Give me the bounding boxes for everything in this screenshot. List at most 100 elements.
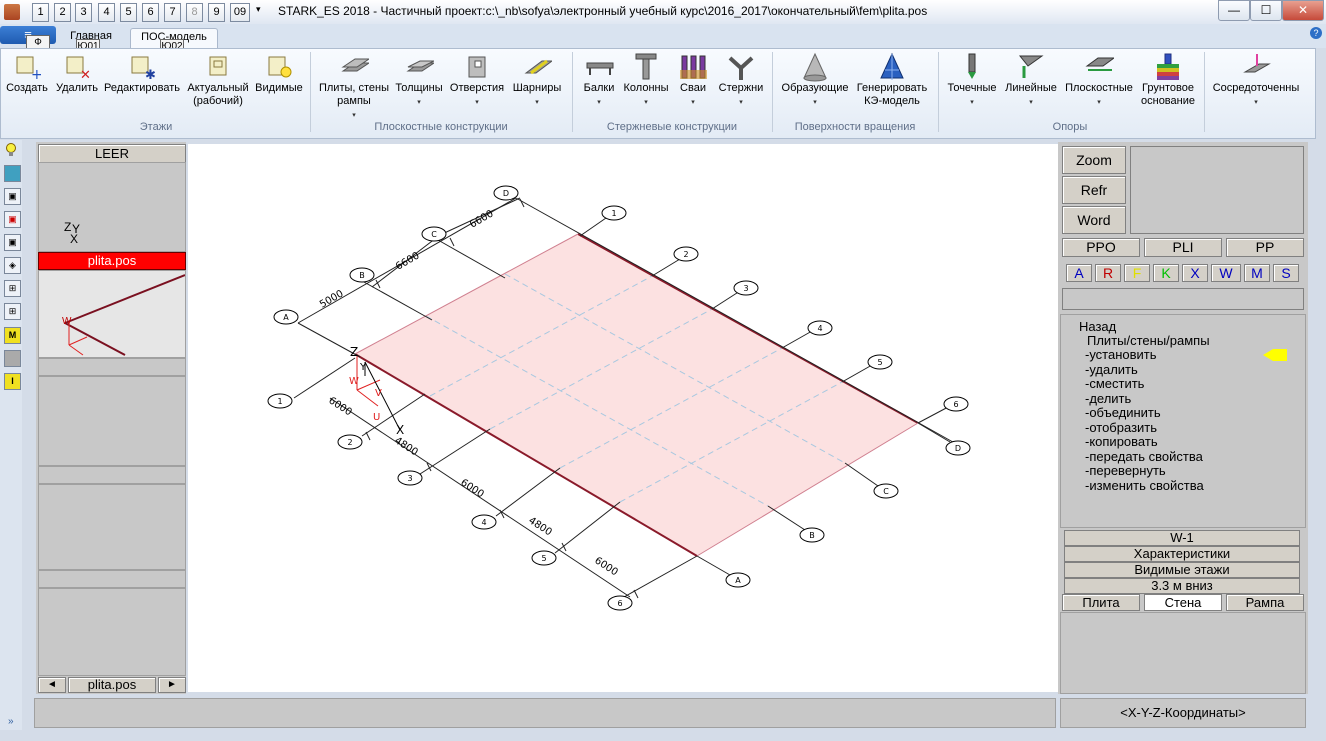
type-wall-button[interactable]: Стена bbox=[1144, 594, 1222, 611]
calculator-icon[interactable] bbox=[4, 165, 21, 182]
slabs-walls-ramps-button[interactable]: Плиты, стены рампы ▾ bbox=[316, 52, 392, 122]
pli-button[interactable]: PLI bbox=[1144, 238, 1222, 257]
rods-button[interactable]: Стержни ▾ bbox=[714, 52, 768, 109]
visible-floors-bar[interactable]: Видимые этажи bbox=[1064, 562, 1300, 578]
coordinates-field[interactable]: <X-Y-Z-Координаты> bbox=[1060, 698, 1306, 728]
type-slab-button[interactable]: Плита bbox=[1062, 594, 1140, 611]
tag-left-1: 1 bbox=[277, 397, 282, 406]
model-canvas[interactable]: 5000 6600 6600 6000 4800 6000 4800 6000 … bbox=[188, 144, 1058, 692]
point-supports-button[interactable]: Точечные ▾ bbox=[944, 52, 1000, 109]
quick-access-2[interactable]: 2 bbox=[54, 3, 71, 22]
menu-item-delete[interactable]: -удалить bbox=[1085, 362, 1138, 378]
piles-button[interactable]: Сваи ▾ bbox=[674, 52, 712, 109]
menu-item-mirror[interactable]: -отобразить bbox=[1085, 420, 1157, 436]
thicknesses-button[interactable]: Толщины ▾ bbox=[392, 52, 446, 109]
help-icon[interactable]: ? bbox=[1310, 27, 1322, 39]
characteristics-bar[interactable]: Характеристики bbox=[1064, 546, 1300, 562]
filter-x[interactable]: X bbox=[1182, 264, 1208, 282]
leer-header[interactable]: LEER bbox=[38, 144, 186, 163]
gizmo-y: Y bbox=[359, 362, 367, 373]
beams-icon bbox=[586, 62, 614, 75]
expand-icon[interactable]: » bbox=[8, 716, 14, 727]
floor-offset-bar[interactable]: 3.3 м вниз bbox=[1064, 578, 1300, 594]
layer-slot bbox=[38, 466, 186, 484]
ppo-button[interactable]: PPO bbox=[1062, 238, 1140, 257]
surface-supports-button[interactable]: Плоскостные ▾ bbox=[1062, 52, 1136, 109]
quick-access-4[interactable]: 4 bbox=[98, 3, 115, 22]
beams-button[interactable]: Балки ▾ bbox=[578, 52, 620, 109]
group-label-revolution: Поверхности вращения bbox=[794, 121, 916, 133]
app-logo-icon[interactable] bbox=[4, 4, 20, 20]
nav-next-button[interactable]: ► bbox=[158, 677, 186, 693]
filter-w[interactable]: W bbox=[1211, 264, 1241, 282]
group-label-supports: Опоры bbox=[1052, 121, 1088, 133]
filter-r[interactable]: R bbox=[1095, 264, 1121, 282]
word-button[interactable]: Word bbox=[1062, 206, 1126, 234]
bulb-icon[interactable] bbox=[5, 143, 17, 157]
filter-m[interactable]: M bbox=[1244, 264, 1270, 282]
preview-thumbnail bbox=[64, 274, 186, 356]
concentrated-supports-button[interactable]: Сосредоточенны ▾ bbox=[1206, 52, 1306, 109]
visible-floors-button[interactable]: Видимые bbox=[252, 52, 306, 95]
view-3d-icon[interactable]: ◈ bbox=[4, 257, 21, 274]
menu-item-merge[interactable]: -объединить bbox=[1085, 405, 1161, 421]
edit-floor-button[interactable]: ✱ Редактировать bbox=[102, 52, 182, 95]
dim-top-2: 6600 bbox=[394, 250, 422, 272]
quick-access-6[interactable]: 6 bbox=[142, 3, 159, 22]
view-yz-icon[interactable]: ▣ bbox=[4, 234, 21, 251]
type-ramp-button[interactable]: Рампа bbox=[1226, 594, 1304, 611]
menu-back[interactable]: Назад bbox=[1079, 319, 1116, 334]
quick-access-9[interactable]: 9 bbox=[208, 3, 225, 22]
quick-access-dropdown-icon[interactable]: ▾ bbox=[256, 4, 261, 15]
pp-button[interactable]: PP bbox=[1226, 238, 1304, 257]
view-xy-icon[interactable]: ▣ bbox=[4, 188, 21, 205]
generatrix-button[interactable]: Образующие ▾ bbox=[778, 52, 852, 109]
quick-access-3[interactable]: 3 bbox=[75, 3, 92, 22]
menu-item-change-props[interactable]: -изменить свойства bbox=[1085, 478, 1204, 494]
active-file-label[interactable]: plita.pos bbox=[38, 252, 186, 270]
info-box bbox=[1130, 146, 1304, 234]
zoom-button[interactable]: Zoom bbox=[1062, 146, 1126, 174]
generate-fe-model-button[interactable]: Генерировать КЭ-модель bbox=[852, 52, 932, 108]
active-floor-button[interactable]: Актуальный (рабочий) bbox=[184, 52, 252, 108]
menu-item-split[interactable]: -делить bbox=[1085, 391, 1131, 407]
menu-item-move[interactable]: -сместить bbox=[1085, 376, 1144, 392]
view-xz-icon[interactable]: ▣ bbox=[4, 211, 21, 228]
nav-prev-button[interactable]: ◄ bbox=[38, 677, 66, 693]
refresh-button[interactable]: Refr bbox=[1062, 176, 1126, 204]
soil-foundation-button[interactable]: Грунтовое основание bbox=[1136, 52, 1200, 108]
i-beam-icon[interactable]: I bbox=[4, 373, 21, 390]
maximize-button[interactable]: ☐ bbox=[1250, 0, 1282, 21]
quick-access-5[interactable]: 5 bbox=[120, 3, 137, 22]
filter-k[interactable]: K bbox=[1153, 264, 1179, 282]
group-separator bbox=[310, 52, 311, 132]
grid-fine-icon[interactable]: ⊞ bbox=[4, 303, 21, 320]
quick-access-1[interactable]: 1 bbox=[32, 3, 49, 22]
close-button[interactable]: ✕ bbox=[1282, 0, 1324, 21]
layer-w1-bar[interactable]: W-1 bbox=[1064, 530, 1300, 546]
hinges-button[interactable]: Шарниры ▾ bbox=[508, 52, 566, 109]
line-supports-button[interactable]: Линейные ▾ bbox=[1002, 52, 1060, 109]
columns-button[interactable]: Колонны ▾ bbox=[620, 52, 672, 109]
quick-access-09[interactable]: 09 bbox=[230, 3, 250, 22]
svg-text:✕: ✕ bbox=[80, 68, 91, 81]
menu-item-set[interactable]: -установить bbox=[1085, 347, 1157, 363]
filter-s[interactable]: S bbox=[1273, 264, 1299, 282]
openings-button[interactable]: Отверстия ▾ bbox=[448, 52, 506, 109]
menu-item-transfer-props[interactable]: -передать свойства bbox=[1085, 449, 1203, 465]
column-section-icon[interactable] bbox=[4, 350, 21, 367]
menu-item-flip[interactable]: -перевернуть bbox=[1085, 463, 1166, 479]
file-preview[interactable] bbox=[38, 270, 186, 358]
quick-access-8[interactable]: 8 bbox=[186, 3, 203, 22]
grid-icon[interactable]: ⊞ bbox=[4, 280, 21, 297]
filter-f[interactable]: F bbox=[1124, 264, 1150, 282]
filter-a[interactable]: A bbox=[1066, 264, 1092, 282]
delete-floor-button[interactable]: ✕ Удалить bbox=[54, 52, 100, 95]
tag-top-4: D bbox=[503, 189, 509, 198]
minimize-button[interactable]: — bbox=[1218, 0, 1250, 21]
menu-item-copy[interactable]: -копировать bbox=[1085, 434, 1158, 450]
quick-access-7[interactable]: 7 bbox=[164, 3, 181, 22]
material-icon[interactable]: M bbox=[4, 327, 21, 344]
svg-text:✱: ✱ bbox=[145, 68, 156, 81]
create-floor-button[interactable]: + Создать bbox=[6, 52, 48, 95]
